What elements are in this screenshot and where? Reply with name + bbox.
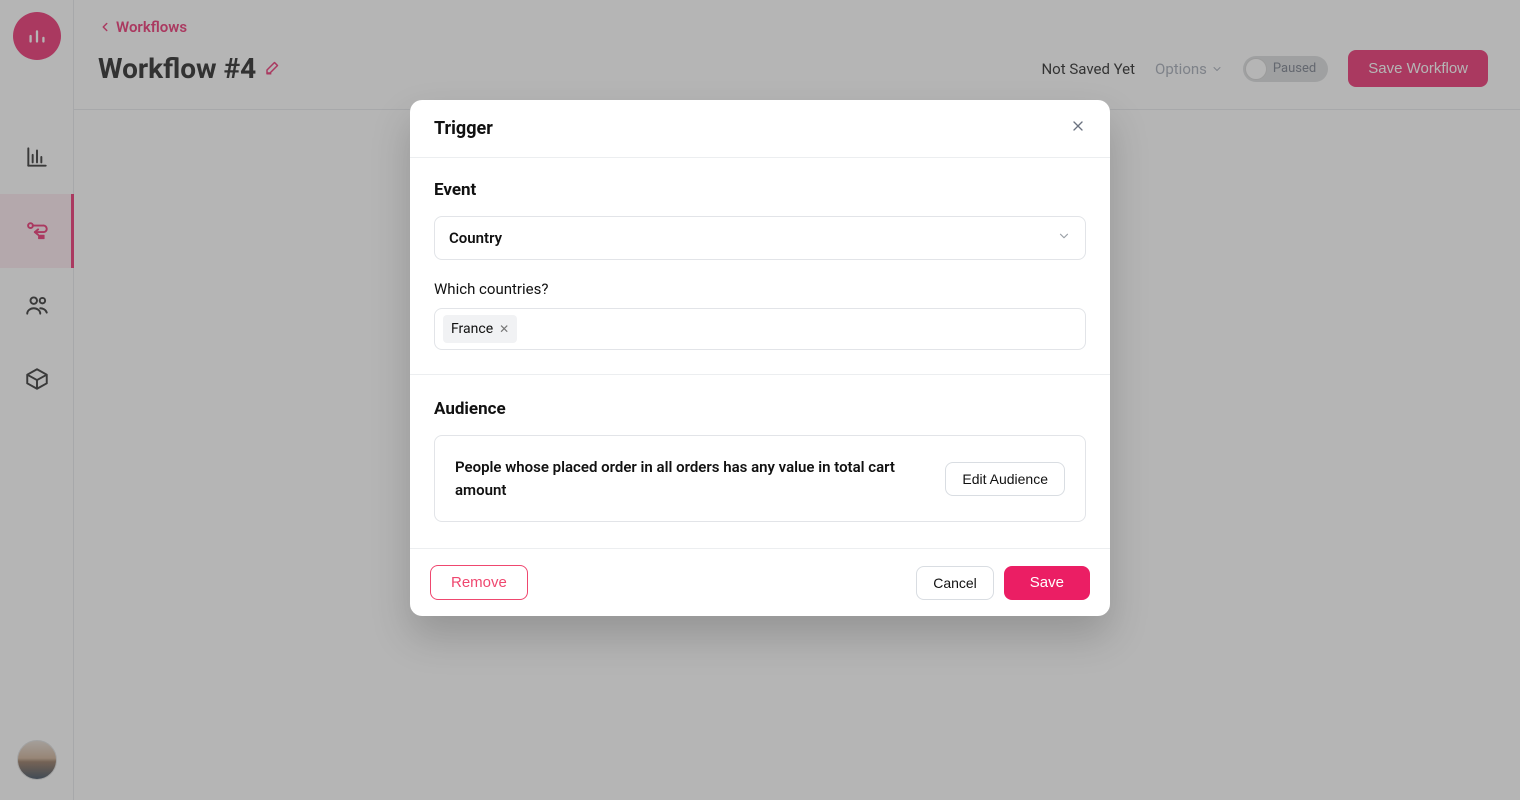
audience-description: People whose placed order in all orders …: [455, 456, 929, 501]
section-divider: [410, 374, 1110, 375]
country-tag: France ✕: [443, 315, 517, 343]
edit-audience-button[interactable]: Edit Audience: [945, 462, 1065, 496]
event-select-value: Country: [449, 229, 502, 247]
event-select[interactable]: Country: [434, 216, 1086, 260]
countries-label: Which countries?: [434, 280, 1086, 298]
save-button[interactable]: Save: [1004, 566, 1090, 600]
event-section-label: Event: [434, 180, 1086, 200]
modal-title: Trigger: [434, 118, 493, 139]
modal-body: Event Country Which countries? France ✕ …: [410, 158, 1110, 548]
modal-footer: Remove Cancel Save: [410, 548, 1110, 616]
chevron-down-icon: [1057, 229, 1071, 247]
countries-input[interactable]: France ✕: [434, 308, 1086, 350]
remove-tag-button[interactable]: ✕: [499, 322, 509, 336]
modal-close-button[interactable]: [1070, 118, 1086, 139]
remove-button[interactable]: Remove: [430, 565, 528, 600]
country-tag-label: France: [451, 321, 493, 337]
cancel-button[interactable]: Cancel: [916, 566, 994, 600]
modal-header: Trigger: [410, 100, 1110, 158]
close-icon: [1070, 118, 1086, 134]
audience-box: People whose placed order in all orders …: [434, 435, 1086, 522]
modal-overlay[interactable]: Trigger Event Country Which countries? F…: [0, 0, 1520, 800]
audience-section-label: Audience: [434, 399, 1086, 419]
trigger-modal: Trigger Event Country Which countries? F…: [410, 100, 1110, 616]
